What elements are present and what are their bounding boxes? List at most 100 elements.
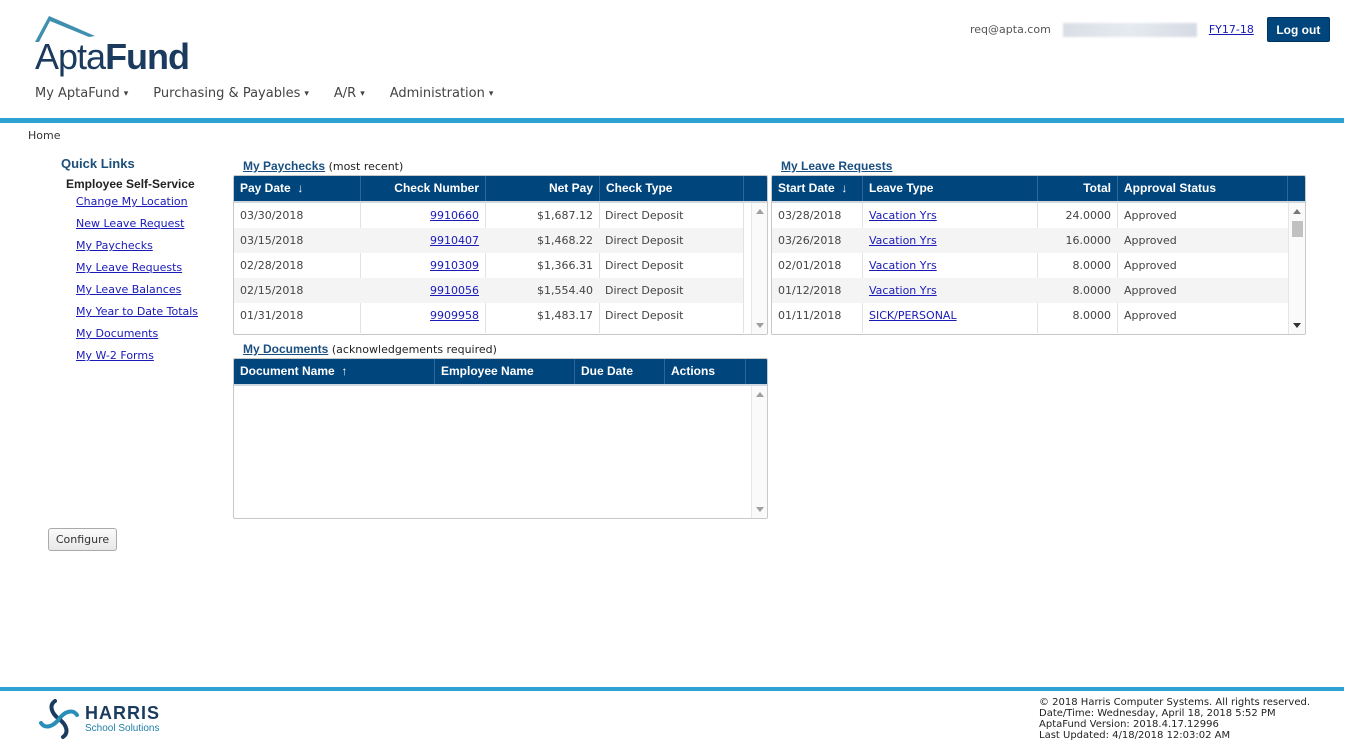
user-name-redacted bbox=[1062, 22, 1197, 37]
col-pay-date[interactable]: Pay Date ↓ bbox=[234, 176, 361, 201]
col-total[interactable]: Total bbox=[1038, 176, 1118, 201]
col-employee-name[interactable]: Employee Name bbox=[435, 359, 575, 384]
link-my-leave-requests[interactable]: My Leave Requests bbox=[76, 261, 231, 277]
table-row[interactable]: 01/31/2018 9909958 $1,483.17 Direct Depo… bbox=[234, 303, 743, 328]
paychecks-title-link[interactable]: My Paychecks bbox=[243, 159, 325, 173]
col-approval-status[interactable]: Approval Status bbox=[1118, 176, 1288, 201]
quick-links-title: Quick Links bbox=[61, 156, 135, 171]
check-number-link[interactable]: 9909958 bbox=[430, 309, 479, 322]
link-new-leave-request[interactable]: New Leave Request bbox=[76, 217, 231, 233]
leave-requests-grid: Start Date ↓ Leave Type Total Approval S… bbox=[771, 175, 1306, 335]
footer-divider bbox=[0, 687, 1344, 691]
datetime-text: Date/Time: Wednesday, April 18, 2018 5:5… bbox=[1039, 708, 1276, 719]
link-my-leave-balances[interactable]: My Leave Balances bbox=[76, 283, 231, 299]
paychecks-scrollbar[interactable] bbox=[751, 203, 767, 334]
header: AptaFund req@apta.com FY17-18 Log out My… bbox=[0, 0, 1344, 118]
link-my-year-to-date-totals[interactable]: My Year to Date Totals bbox=[76, 305, 231, 321]
scroll-up-icon[interactable] bbox=[1293, 209, 1301, 214]
paychecks-header: Pay Date ↓ Check Number Net Pay Check Ty… bbox=[234, 176, 767, 203]
fiscal-year-link[interactable]: FY17-18 bbox=[1209, 23, 1254, 36]
chevron-down-icon: ▾ bbox=[360, 88, 365, 99]
logout-button[interactable]: Log out bbox=[1266, 17, 1330, 42]
sort-desc-icon: ↓ bbox=[841, 181, 848, 195]
leave-type-link[interactable]: SICK/PERSONAL bbox=[869, 309, 957, 322]
table-row[interactable]: 02/28/2018 9910309 $1,366.31 Direct Depo… bbox=[234, 253, 743, 278]
link-my-paychecks[interactable]: My Paychecks bbox=[76, 239, 231, 255]
table-row[interactable]: 01/12/2018 Vacation Yrs 8.0000 Approved bbox=[772, 278, 1288, 303]
harris-pinwheel-icon bbox=[39, 699, 79, 739]
paychecks-subtitle: (most recent) bbox=[328, 160, 404, 173]
header-divider bbox=[0, 118, 1344, 123]
check-number-link[interactable]: 9910309 bbox=[430, 259, 479, 272]
table-row[interactable]: 03/28/2018 Vacation Yrs 24.0000 Approved bbox=[772, 203, 1288, 228]
page-scrollbar[interactable] bbox=[1344, 0, 1361, 746]
col-document-name[interactable]: Document Name ↑ bbox=[234, 359, 435, 384]
scroll-thumb[interactable] bbox=[1292, 221, 1303, 237]
scroll-down-icon[interactable] bbox=[756, 507, 764, 512]
col-net-pay[interactable]: Net Pay bbox=[486, 176, 600, 201]
scroll-down-icon[interactable] bbox=[756, 323, 764, 328]
employee-self-service-heading: Employee Self-Service bbox=[66, 177, 195, 191]
nav-my-aptafund[interactable]: My AptaFund ▾ bbox=[35, 86, 128, 101]
chevron-down-icon: ▾ bbox=[123, 88, 129, 99]
link-my-documents[interactable]: My Documents bbox=[76, 327, 231, 343]
scroll-down-icon[interactable] bbox=[1293, 323, 1301, 328]
sort-asc-icon: ↑ bbox=[341, 364, 348, 378]
col-actions[interactable]: Actions bbox=[665, 359, 746, 384]
leave-scrollbar[interactable] bbox=[1288, 203, 1305, 334]
col-check-type[interactable]: Check Type bbox=[600, 176, 744, 201]
main-nav: My AptaFund ▾ Purchasing & Payables ▾ A/R ▾… bbox=[35, 86, 518, 101]
col-leave-type[interactable]: Leave Type bbox=[863, 176, 1038, 201]
col-due-date[interactable]: Due Date bbox=[575, 359, 665, 384]
leave-type-link[interactable]: Vacation Yrs bbox=[869, 284, 937, 297]
check-number-link[interactable]: 9910660 bbox=[430, 209, 479, 222]
leave-type-link[interactable]: Vacation Yrs bbox=[869, 259, 937, 272]
aptafund-logo[interactable]: AptaFund bbox=[33, 14, 193, 78]
quick-links: Quick Links Employee Self-Service Change… bbox=[61, 156, 231, 365]
leave-type-link[interactable]: Vacation Yrs bbox=[869, 234, 937, 247]
configure-button[interactable]: Configure bbox=[48, 528, 117, 551]
table-row[interactable]: 03/30/2018 9910660 $1,687.12 Direct Depo… bbox=[234, 203, 743, 228]
nav-purchasing-payables[interactable]: Purchasing & Payables ▾ bbox=[153, 86, 309, 101]
table-row[interactable]: 02/15/2018 9910056 $1,554.40 Direct Depo… bbox=[234, 278, 743, 303]
leave-header: Start Date ↓ Leave Type Total Approval S… bbox=[772, 176, 1305, 203]
col-start-date[interactable]: Start Date ↓ bbox=[772, 176, 863, 201]
table-row[interactable]: 01/11/2018 SICK/PERSONAL 8.0000 Approved bbox=[772, 303, 1288, 328]
scroll-up-icon[interactable] bbox=[756, 392, 764, 397]
harris-logo: HARRIS School Solutions bbox=[39, 699, 179, 739]
link-my-w2-forms[interactable]: My W-2 Forms bbox=[76, 349, 231, 365]
paychecks-title: My Paychecks (most recent) bbox=[243, 159, 403, 173]
copyright-text: © 2018 Harris Computer Systems. All righ… bbox=[1039, 697, 1310, 708]
last-updated-text: Last Updated: 4/18/2018 12:03:02 AM bbox=[1039, 730, 1231, 741]
col-spacer bbox=[1288, 176, 1305, 201]
chevron-down-icon: ▾ bbox=[304, 88, 309, 99]
link-change-my-location[interactable]: Change My Location bbox=[76, 195, 231, 211]
documents-title: My Documents (acknowledgements required) bbox=[243, 342, 497, 356]
table-row[interactable]: 03/15/2018 9910407 $1,468.22 Direct Depo… bbox=[234, 228, 743, 253]
nav-administration[interactable]: Administration ▾ bbox=[390, 86, 494, 101]
documents-subtitle: (acknowledgements required) bbox=[331, 343, 497, 356]
chevron-down-icon: ▾ bbox=[488, 88, 494, 99]
nav-ar[interactable]: A/R ▾ bbox=[334, 86, 365, 101]
breadcrumb[interactable]: Home bbox=[28, 129, 60, 142]
harris-division: School Solutions bbox=[85, 723, 160, 734]
table-row[interactable]: 02/01/2018 Vacation Yrs 8.0000 Approved bbox=[772, 253, 1288, 278]
col-spacer bbox=[744, 176, 767, 201]
documents-header: Document Name ↑ Employee Name Due Date A… bbox=[234, 359, 767, 386]
check-number-link[interactable]: 9910407 bbox=[430, 234, 479, 247]
check-number-link[interactable]: 9910056 bbox=[430, 284, 479, 297]
col-spacer bbox=[746, 359, 767, 384]
logo-text-fund: Fund bbox=[105, 36, 190, 77]
user-bar: req@apta.com FY17-18 Log out bbox=[960, 17, 1330, 42]
table-row[interactable]: 03/26/2018 Vacation Yrs 16.0000 Approved bbox=[772, 228, 1288, 253]
documents-title-link[interactable]: My Documents bbox=[243, 342, 328, 356]
leave-title-link[interactable]: My Leave Requests bbox=[781, 159, 892, 173]
leave-type-link[interactable]: Vacation Yrs bbox=[869, 209, 937, 222]
documents-scrollbar[interactable] bbox=[751, 386, 767, 518]
leave-title: My Leave Requests bbox=[781, 159, 892, 173]
col-check-number[interactable]: Check Number bbox=[361, 176, 486, 201]
documents-grid: Document Name ↑ Employee Name Due Date A… bbox=[233, 358, 768, 519]
scroll-up-icon[interactable] bbox=[756, 209, 764, 214]
logo-text-apta: Apta bbox=[35, 36, 106, 77]
user-email: req@apta.com bbox=[970, 23, 1051, 36]
